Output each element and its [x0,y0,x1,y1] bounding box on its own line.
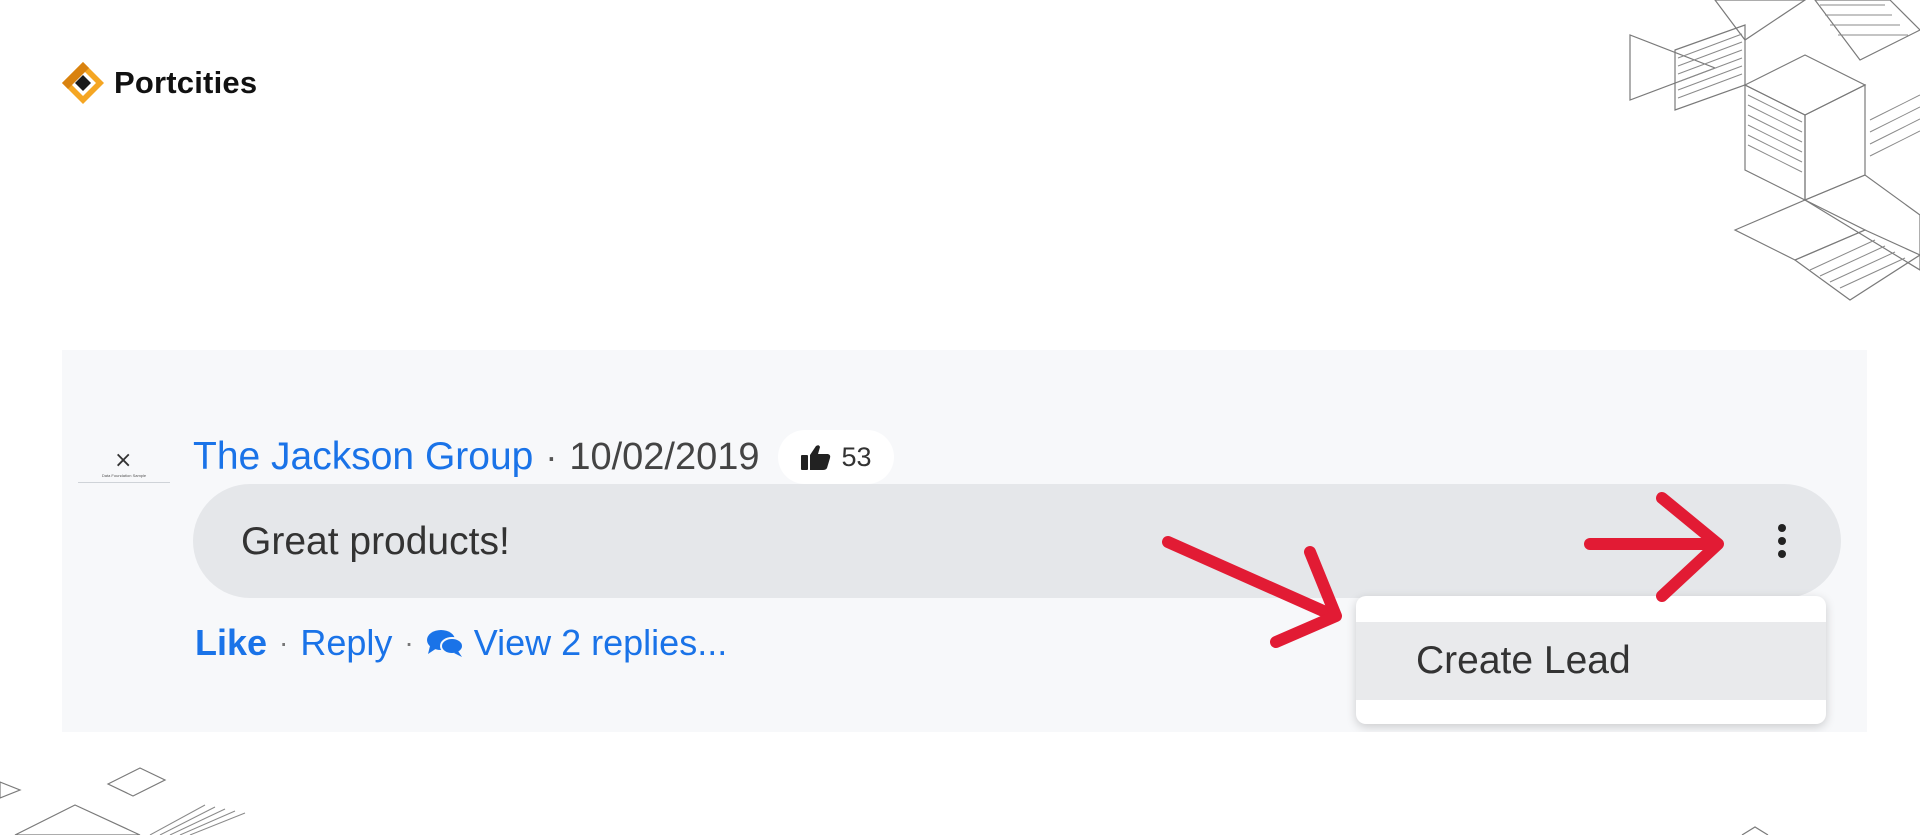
view-replies-link[interactable]: View 2 replies... [474,622,727,664]
header-separator: · [545,436,558,477]
annotation-arrow-to-kebab [1584,492,1724,602]
comment-date: 10/02/2019 [569,435,760,478]
annotation-arrow-to-menu [1162,536,1342,648]
like-link[interactable]: Like [195,622,267,664]
action-separator: · [404,627,414,658]
brand-logo: Portcities [60,60,257,106]
comment-actions: Like · Reply · View 2 replies... [195,618,727,668]
comment-author-link[interactable]: The Jackson Group [193,435,533,479]
reply-link[interactable]: Reply [300,622,392,664]
brand-logo-mark [62,62,104,104]
decorative-geometry-bottom-left [0,767,246,835]
comments-icon [426,630,464,657]
decorative-geometry-bottom-right [1741,826,1769,835]
menu-item-create-lead[interactable]: Create Lead [1356,622,1826,700]
avatar-symbol: × [114,448,133,473]
action-separator: · [279,627,289,658]
like-count: 53 [841,441,872,472]
avatar: × Data Foundation Sample [78,448,170,483]
avatar-caption: Data Foundation Sample [101,473,147,478]
thumbs-up-icon [800,445,830,470]
decorative-geometry-top-right [1629,0,1920,301]
brand-name: Portcities [114,65,258,100]
kebab-menu-icon[interactable] [1775,524,1789,560]
comment-header: The Jackson Group · 10/02/2019 53 [193,430,894,484]
like-count-badge[interactable]: 53 [777,430,894,484]
comment-dropdown-menu: Create Lead [1356,596,1826,724]
comment-text: Great products! [241,520,510,563]
menu-item-label: Create Lead [1416,639,1631,682]
